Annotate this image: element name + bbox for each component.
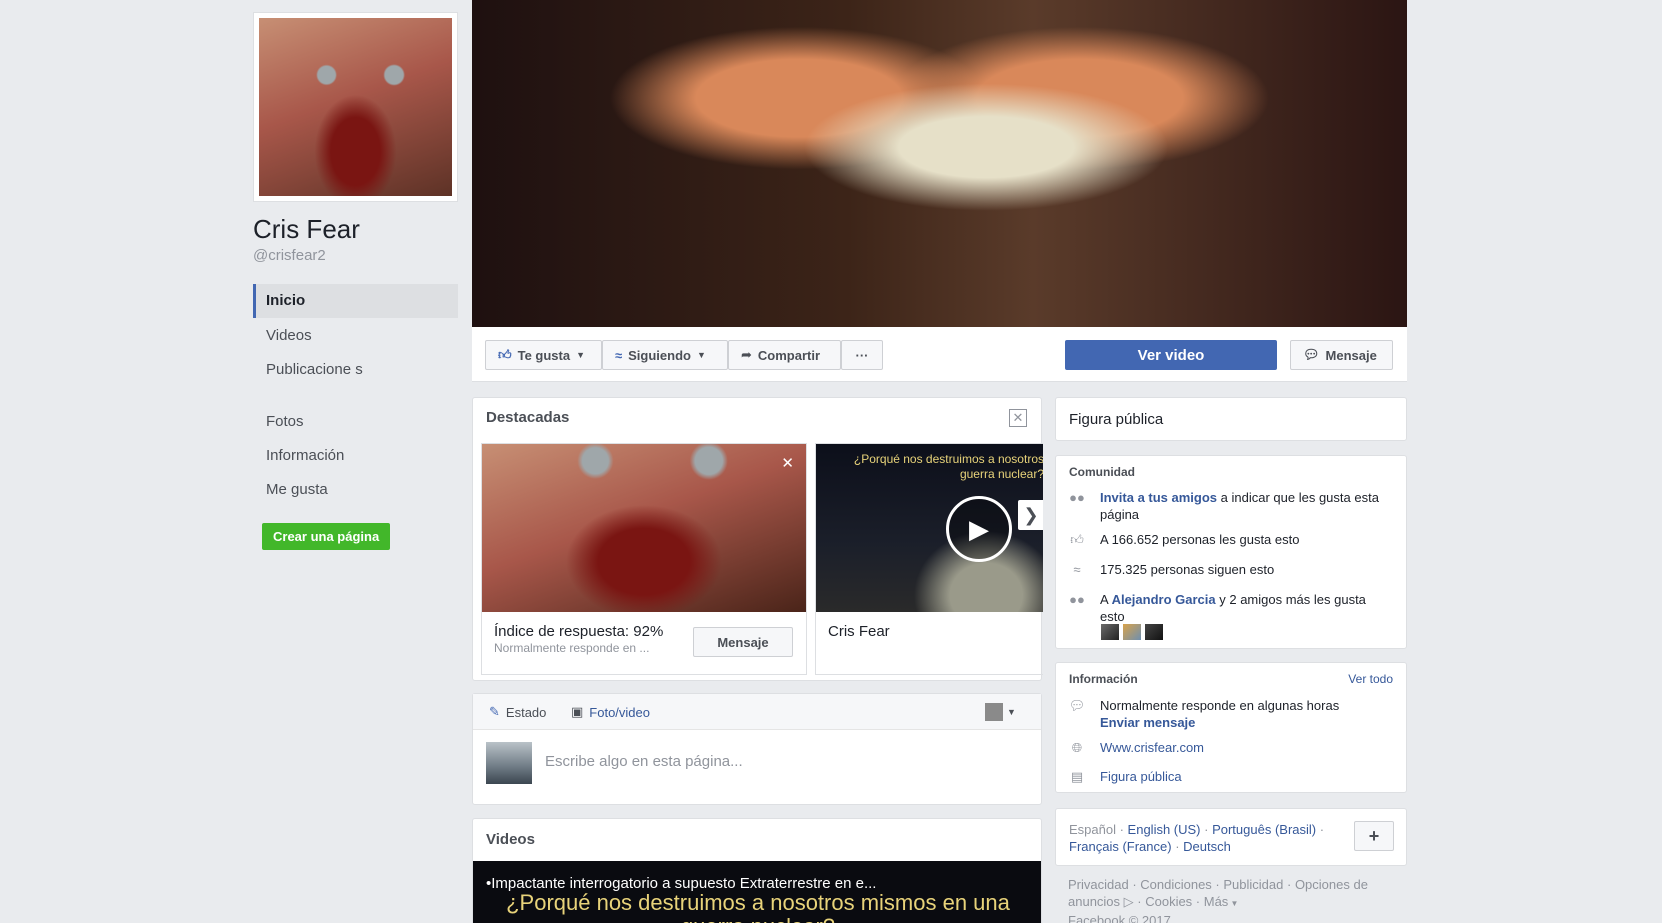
- nav-item-me-gusta[interactable]: Me gusta: [253, 481, 458, 498]
- footer-ads[interactable]: Publicidad: [1223, 877, 1283, 892]
- post-as-selector[interactable]: ▼: [985, 703, 1016, 721]
- response-time: Normalmente responde en ...: [494, 641, 650, 655]
- featured-video-item[interactable]: ¿Porqué nos destruimos a nosotros guerra…: [815, 443, 1043, 675]
- response-row: 💬︎ Normalmente responde en algunas horas…: [1068, 698, 1340, 730]
- category-link[interactable]: Figura pública: [1100, 768, 1182, 785]
- languages-card: Español · English (US) · Português (Bras…: [1055, 808, 1407, 866]
- message-button[interactable]: 💬︎ Mensaje: [1290, 340, 1393, 370]
- featured-message-button[interactable]: Mensaje: [693, 627, 793, 657]
- avatar[interactable]: [1123, 624, 1141, 640]
- messenger-icon: 💬︎: [1068, 698, 1086, 713]
- language-english[interactable]: English (US): [1128, 822, 1201, 837]
- footer-links: Privacidad · Condiciones · Publicidad · …: [1068, 876, 1398, 923]
- friend-link[interactable]: Alejandro Garcia: [1112, 592, 1216, 607]
- chevron-down-icon: ▼: [576, 350, 586, 360]
- friends-like-row: ●● A Alejandro Garcia y 2 amigos más les…: [1069, 592, 1366, 624]
- action-bar: 👍︎ Te gusta ▼ ≈ Siguiendo ▼ ➦ Compartir …: [472, 327, 1407, 382]
- camera-icon: ▣: [571, 704, 584, 719]
- chevron-right-icon[interactable]: ❯: [1018, 500, 1043, 530]
- chevron-down-icon: ▼: [1007, 707, 1016, 717]
- avatar[interactable]: [1101, 624, 1119, 640]
- play-icon[interactable]: ▶: [946, 496, 1012, 562]
- likes-row: 👍︎ A 166.652 personas les gusta esto: [1068, 531, 1394, 548]
- ad-choices-icon: ▷: [1120, 894, 1134, 909]
- video-caption: ¿Porqué nos destruimos a nosotros mismos…: [506, 890, 1010, 923]
- featured-item[interactable]: ✕ Índice de respuesta: 92% Normalmente r…: [481, 443, 807, 675]
- website-row: 🌐︎ Www.crisfear.com: [1068, 739, 1394, 756]
- website-link[interactable]: Www.crisfear.com: [1100, 739, 1204, 756]
- avatar: [486, 742, 532, 784]
- send-message-link[interactable]: Enviar mensaje: [1100, 715, 1195, 730]
- featured-video-thumbnail: ¿Porqué nos destruimos a nosotros guerra…: [816, 444, 1043, 612]
- share-button[interactable]: ➦ Compartir: [728, 340, 841, 370]
- see-all-link[interactable]: Ver todo: [1348, 672, 1393, 686]
- invite-friends-link[interactable]: Invita a tus amigos: [1100, 490, 1217, 505]
- footer-terms[interactable]: Condiciones: [1140, 877, 1212, 892]
- following-button[interactable]: ≈ Siguiendo ▼: [602, 340, 728, 370]
- globe-icon: 🌐︎: [1071, 740, 1083, 755]
- like-button[interactable]: 👍︎ Te gusta ▼: [485, 340, 602, 370]
- chevron-down-icon: ▼: [696, 350, 706, 360]
- copyright: Facebook © 2017: [1068, 913, 1171, 923]
- page-handle: @crisfear2: [253, 247, 326, 264]
- featured-title: Destacadas: [486, 409, 570, 426]
- nav-item-fotos[interactable]: Fotos: [253, 413, 458, 430]
- community-title: Comunidad: [1069, 465, 1135, 479]
- page-title: Cris Fear: [253, 214, 360, 244]
- videos-title: Videos: [486, 831, 535, 848]
- friend-avatars: [1101, 624, 1163, 640]
- pencil-icon: ✎: [489, 704, 500, 719]
- language-portuguese[interactable]: Português (Brasil): [1212, 822, 1316, 837]
- featured-card: Destacadas ✕ ✕ Índice de respuesta: 92% …: [472, 397, 1043, 681]
- language-german[interactable]: Deutsch: [1183, 839, 1231, 854]
- footer-privacy[interactable]: Privacidad: [1068, 877, 1129, 892]
- featured-video-name: Cris Fear: [828, 623, 890, 640]
- rss-icon: ≈: [615, 347, 623, 363]
- watch-video-button[interactable]: Ver video: [1065, 340, 1277, 370]
- videos-card: Videos •Impactante interrogatorio a supu…: [472, 818, 1042, 923]
- public-figure-card: Figura pública: [1055, 397, 1407, 441]
- nav-item-informacion[interactable]: Información: [253, 447, 458, 464]
- thumbs-up-icon: 👍︎: [1070, 532, 1084, 547]
- avatar: [985, 703, 1003, 721]
- avatar[interactable]: [1145, 624, 1163, 640]
- featured-image: ✕: [482, 444, 806, 612]
- follows-row: ≈ 175.325 personas siguen esto: [1068, 561, 1394, 578]
- footer-more[interactable]: Más: [1204, 894, 1229, 909]
- messenger-icon: 💬︎: [1303, 347, 1320, 362]
- category-row: ▤ Figura pública: [1068, 768, 1394, 785]
- footer-cookies[interactable]: Cookies: [1145, 894, 1192, 909]
- page-category: Figura pública: [1069, 411, 1164, 428]
- share-arrow-icon: ➦: [741, 347, 752, 362]
- composer-card: ✎ Estado ▣ Foto/video ▼ Escribe algo en …: [472, 693, 1042, 805]
- video-thumbnail[interactable]: •Impactante interrogatorio a supuesto Ex…: [473, 861, 1041, 923]
- close-icon[interactable]: ✕: [1009, 409, 1027, 427]
- community-card: Comunidad ●● Invita a tus amigos a indic…: [1055, 455, 1407, 649]
- cover-photo[interactable]: [472, 0, 1407, 327]
- photo-video-tab[interactable]: ▣ Foto/video: [571, 704, 650, 720]
- nav-item-inicio[interactable]: Inicio: [253, 284, 458, 318]
- nav-item-videos[interactable]: Videos: [253, 327, 458, 344]
- composer-input[interactable]: Escribe algo en esta página...: [545, 753, 743, 770]
- rss-icon: ≈: [1073, 562, 1081, 577]
- languages-list: Español · English (US) · Português (Bras…: [1069, 822, 1325, 854]
- friends-icon: ●●: [1069, 592, 1085, 607]
- friends-icon: ●●: [1069, 490, 1085, 505]
- close-icon[interactable]: ✕: [781, 454, 794, 472]
- information-card: Información Ver todo 💬︎ Normalmente resp…: [1055, 662, 1407, 793]
- status-tab[interactable]: ✎ Estado: [489, 704, 546, 720]
- invite-friends-row: ●● Invita a tus amigos a indicar que les…: [1069, 490, 1379, 522]
- language-french[interactable]: Français (France): [1069, 839, 1172, 854]
- video-caption: ¿Porqué nos destruimos a nosotros guerra…: [853, 452, 1043, 481]
- thumbs-up-icon: 👍︎: [498, 347, 512, 362]
- nav-item-publicaciones[interactable]: Publicacione s: [253, 361, 363, 378]
- information-title: Información: [1069, 672, 1138, 686]
- profile-picture[interactable]: [253, 12, 458, 202]
- add-language-button[interactable]: +: [1354, 821, 1394, 851]
- create-page-button[interactable]: Crear una página: [262, 523, 391, 550]
- more-options-button[interactable]: ···: [841, 340, 883, 370]
- response-rate: Índice de respuesta: 92%: [494, 623, 664, 640]
- category-icon: ▤: [1070, 769, 1084, 784]
- chevron-down-icon: ▼: [1228, 899, 1239, 908]
